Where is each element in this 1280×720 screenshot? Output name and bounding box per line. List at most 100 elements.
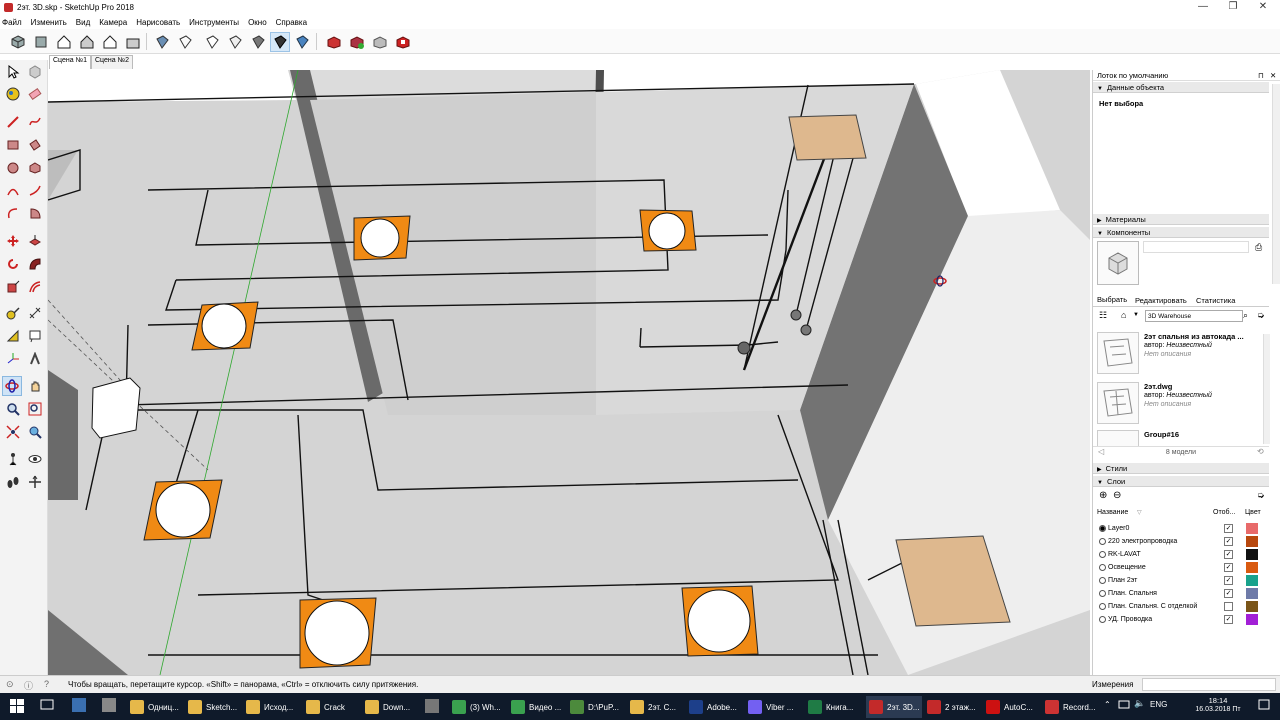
layer-visible-checkbox[interactable]: ✓ [1224,563,1233,572]
line-tool-icon[interactable] [3,112,23,132]
move-tool-icon[interactable] [3,231,23,251]
hidden-line-style-icon[interactable] [202,32,222,52]
active-layer-radio[interactable] [1099,616,1106,623]
layer-visible-checkbox[interactable]: ✓ [1224,589,1233,598]
three-point-arc-icon[interactable] [3,203,23,223]
active-layer-radio[interactable] [1099,577,1106,584]
layer-color-swatch[interactable] [1246,536,1258,547]
layer-visible-checkbox[interactable]: ✓ [1224,550,1233,559]
position-camera-icon[interactable] [3,449,23,469]
front-view-icon[interactable] [54,32,74,52]
menu-tools[interactable]: Инструменты [189,18,239,27]
ceiling-light[interactable] [639,209,697,252]
layer-col-visible[interactable]: Отоб... [1213,509,1235,516]
network-icon[interactable] [1118,699,1130,711]
shaded-style-icon[interactable] [225,32,245,52]
tab-select[interactable]: Выбрать [1097,295,1127,304]
taskbar-app[interactable]: Viber ... [748,696,793,718]
layer-row[interactable]: План. Спальня ✓ [1099,587,1275,600]
tab-scene-2[interactable]: Сцена №2 [91,55,133,69]
component-item[interactable]: 2эт спальня из автокада ... автор: Неизв… [1097,332,1273,378]
taskbar-app[interactable]: 2 этаж... [927,696,976,718]
tray-scrollbar[interactable] [1272,84,1280,284]
polygon-tool-icon[interactable] [25,158,45,178]
layer-color-swatch[interactable] [1246,601,1258,612]
taskbar-app[interactable]: Adobe... [689,696,737,718]
protractor-icon[interactable] [3,326,23,346]
arc-tool-icon[interactable] [3,181,23,201]
riser-node[interactable] [790,309,802,321]
app-icon[interactable] [72,698,86,712]
orbit-tool-icon[interactable] [2,376,22,396]
geolocation-icon[interactable]: ⊙ [6,679,14,690]
zoom-tool-icon[interactable] [3,399,23,419]
active-layer-radio[interactable] [1099,538,1106,545]
ceiling-light[interactable] [681,585,759,657]
volume-icon[interactable]: 🔈 [1134,698,1145,709]
model-viewport[interactable] [48,70,1090,675]
warehouse-search-input[interactable] [1145,310,1243,322]
layer-color-swatch[interactable] [1246,523,1258,534]
previous-view-icon[interactable] [25,422,45,442]
top-view-icon[interactable] [31,32,51,52]
rotated-rectangle-icon[interactable] [25,135,45,155]
pin-icon[interactable]: ⊓ [1258,70,1264,81]
shaded-textures-style-icon[interactable] [248,32,268,52]
instructor-icon[interactable]: ? [44,679,49,689]
back-view-icon[interactable] [100,32,120,52]
taskbar-app[interactable]: D:\PuP... [570,696,619,718]
taskbar-app[interactable]: Книга... [808,696,853,718]
ceiling-light[interactable] [143,479,223,541]
axes-tool-icon[interactable] [3,349,23,369]
model-canvas[interactable] [48,70,1090,675]
layer-color-swatch[interactable] [1246,562,1258,573]
delete-layer-icon[interactable]: ⊖ [1113,490,1121,501]
layer-row[interactable]: Освещение ✓ [1099,561,1275,574]
layer-visible-checkbox[interactable]: ✓ [1224,524,1233,533]
sync-icon[interactable]: ⟲ [1257,447,1264,456]
menu-window[interactable]: Окно [248,18,267,27]
layer-row[interactable]: 220 электропроводка ✓ [1099,535,1275,548]
rotate-tool-icon[interactable] [3,254,23,274]
navigate-forward-icon[interactable]: ➭ [1257,310,1265,321]
tab-statistics[interactable]: Статистика [1196,296,1235,305]
layer-visible-checkbox[interactable]: ✓ [1224,537,1233,546]
rectangle-tool-icon[interactable] [3,135,23,155]
taskbar-app[interactable]: (3) Wh... [452,696,501,718]
layer-visible-checkbox[interactable] [1224,602,1233,611]
credits-icon[interactable]: ⓘ [24,679,33,692]
dimension-tool-icon[interactable] [25,303,45,323]
scale-tool-icon[interactable] [3,277,23,297]
minimize-button[interactable]: — [1188,0,1218,15]
layer-col-name[interactable]: Название [1097,509,1128,516]
wireframe-style-icon[interactable] [175,32,195,52]
taskbar-app[interactable]: Down... [365,696,410,718]
maximize-button[interactable]: ❐ [1218,0,1248,15]
components-header[interactable]: ▼ Компоненты [1093,227,1269,238]
taskbar-app[interactable]: AutoC... [986,696,1033,718]
taskbar-app-active[interactable]: 2эт. 3D... [866,696,923,718]
tray-close-icon[interactable]: ✕ [1270,70,1276,81]
offset-tool-icon[interactable] [25,277,45,297]
select-tool-icon[interactable] [3,62,23,82]
ceiling-light[interactable] [353,215,411,261]
menu-file[interactable]: Файл [2,18,22,27]
ceiling-plate[interactable] [788,114,867,161]
tab-scene-1[interactable]: Сцена №1 [49,55,91,69]
layer-details-icon[interactable]: ➭ [1257,490,1265,501]
pie-tool-icon[interactable] [25,203,45,223]
measurements-input[interactable] [1142,678,1276,691]
push-pull-icon[interactable] [25,231,45,251]
follow-me-icon[interactable] [25,254,45,274]
active-layer-radio[interactable] [1099,564,1106,571]
warehouse-icon[interactable] [324,32,344,52]
close-button[interactable]: ✕ [1248,0,1278,15]
junction-box[interactable] [91,377,141,439]
share-model-icon[interactable] [347,32,367,52]
walk-tool-icon[interactable] [3,472,23,492]
zoom-window-icon[interactable] [25,399,45,419]
layer-color-swatch[interactable] [1246,575,1258,586]
tape-measure-icon[interactable] [3,303,23,323]
taskbar-app[interactable]: 2эт. С... [630,696,676,718]
iso-view-icon[interactable] [8,32,28,52]
